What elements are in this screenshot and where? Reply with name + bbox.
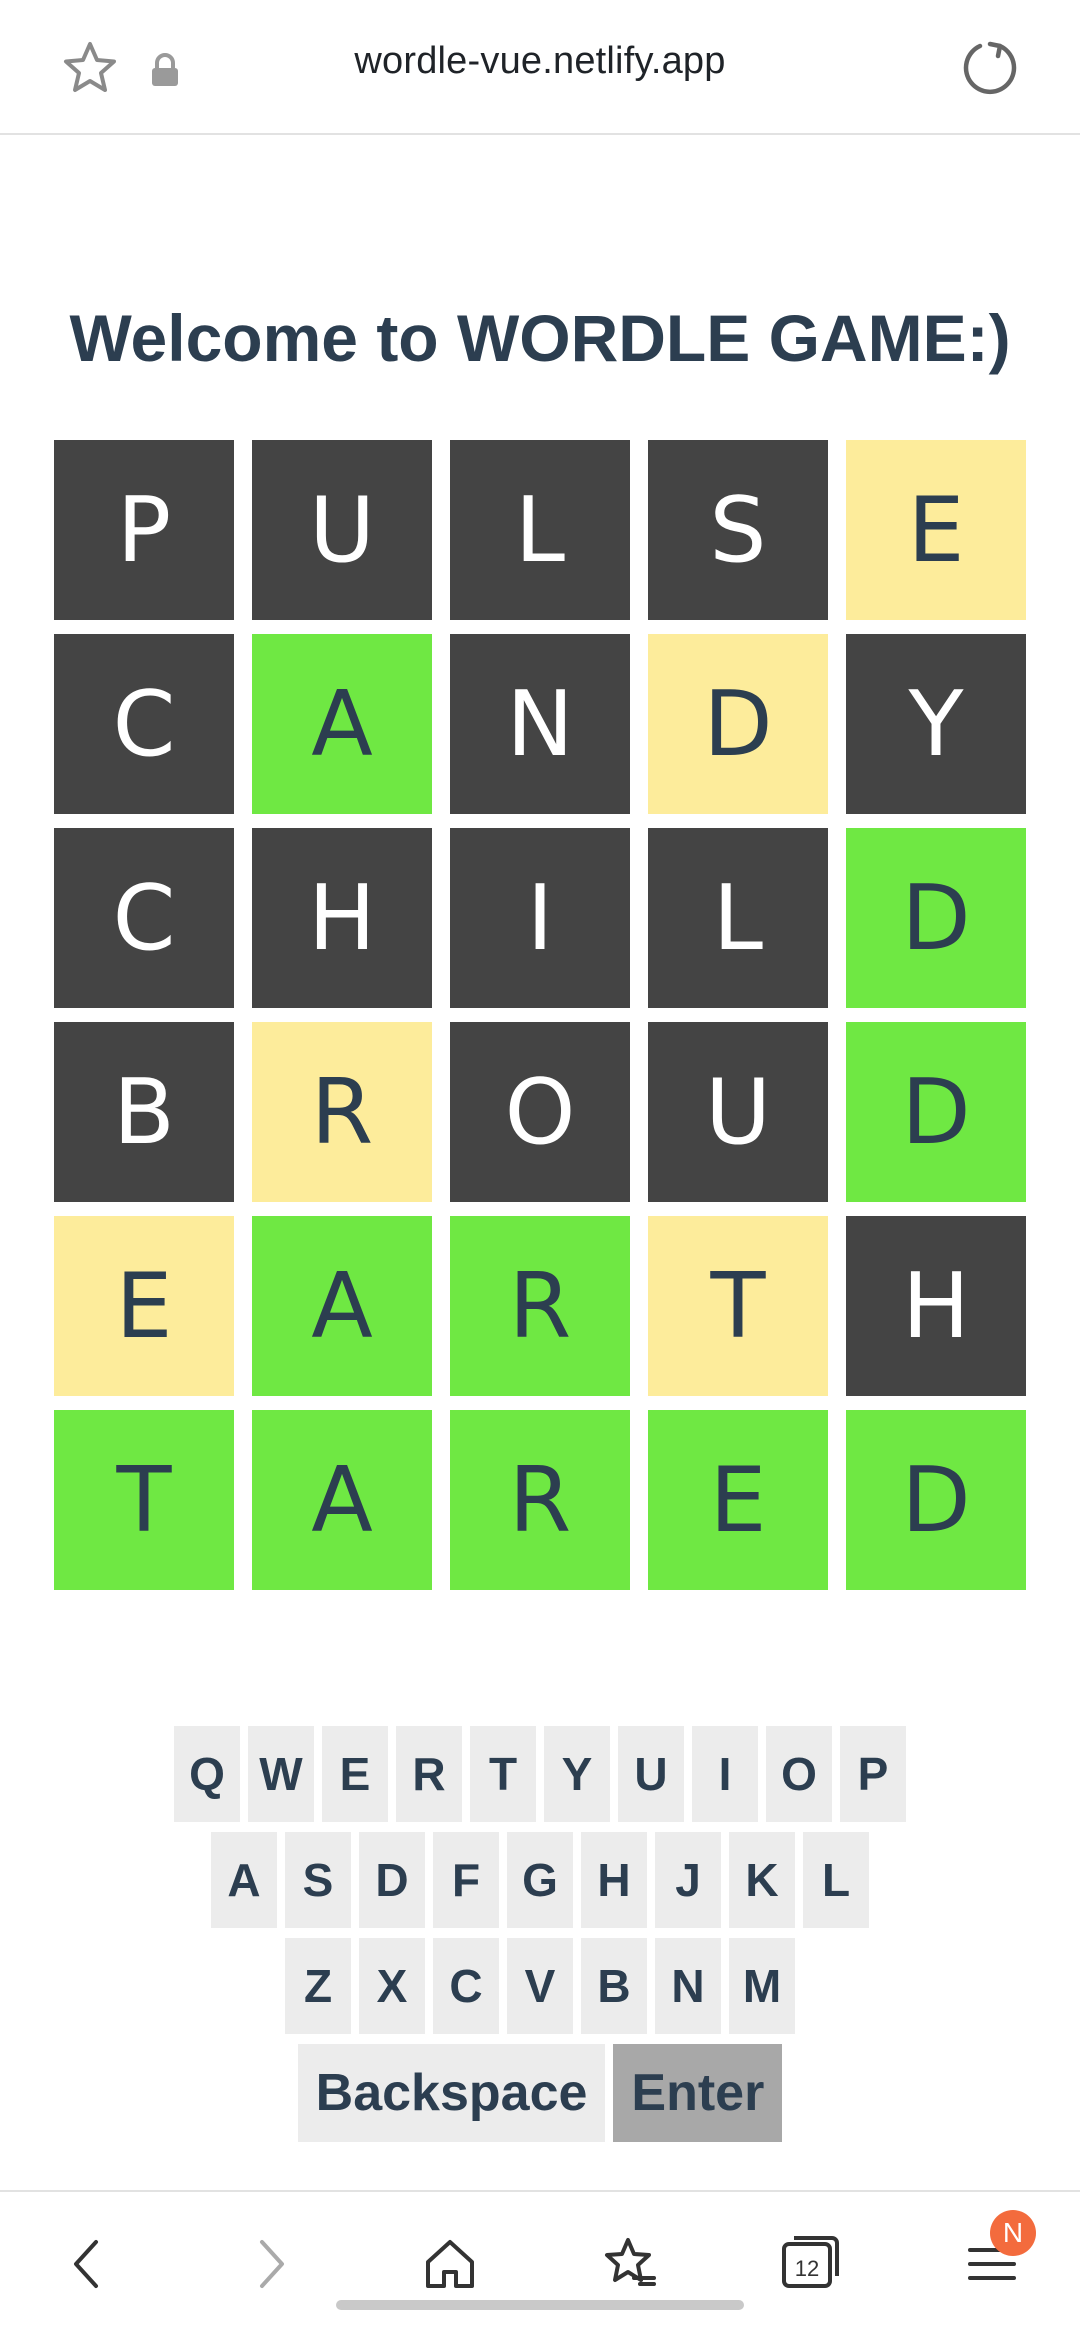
key-f[interactable]: F xyxy=(433,1832,499,1928)
page-title: Welcome to WORDLE GAME:) xyxy=(69,301,1011,375)
key-w[interactable]: W xyxy=(248,1726,314,1822)
tile-r6-c4: E xyxy=(648,1410,828,1590)
keyboard-row-2: ASDFGHJKL xyxy=(0,1832,1080,1928)
tile-r2-c2: A xyxy=(252,634,432,814)
notification-badge: N xyxy=(990,2210,1036,2256)
game-board: PULSECANDYCHILDBROUDEARTHTARED xyxy=(54,440,1026,1590)
back-icon[interactable] xyxy=(58,2234,118,2294)
tile-r6-c1: T xyxy=(54,1410,234,1590)
key-b[interactable]: B xyxy=(581,1938,647,2034)
home-indicator xyxy=(336,2300,744,2310)
key-s[interactable]: S xyxy=(285,1832,351,1928)
keyboard-row-3: ZXCVBNM xyxy=(0,1938,1080,2034)
tile-r5-c2: A xyxy=(252,1216,432,1396)
tile-r4-c2: R xyxy=(252,1022,432,1202)
tile-r3-c2: H xyxy=(252,828,432,1008)
tile-r1-c5: E xyxy=(846,440,1026,620)
home-icon[interactable] xyxy=(420,2234,480,2294)
key-a[interactable]: A xyxy=(211,1832,277,1928)
enter-key[interactable]: Enter xyxy=(613,2044,783,2142)
key-k[interactable]: K xyxy=(729,1832,795,1928)
key-v[interactable]: V xyxy=(507,1938,573,2034)
tile-r4-c1: B xyxy=(54,1022,234,1202)
key-e[interactable]: E xyxy=(322,1726,388,1822)
tile-r2-c5: Y xyxy=(846,634,1026,814)
key-p[interactable]: P xyxy=(840,1726,906,1822)
tile-r5-c3: R xyxy=(450,1216,630,1396)
tab-count: 12 xyxy=(794,2256,820,2281)
key-j[interactable]: J xyxy=(655,1832,721,1928)
key-i[interactable]: I xyxy=(692,1726,758,1822)
tile-r1-c3: L xyxy=(450,440,630,620)
key-o[interactable]: O xyxy=(766,1726,832,1822)
key-z[interactable]: Z xyxy=(285,1938,351,2034)
tile-r3-c4: L xyxy=(648,828,828,1008)
tile-r5-c1: E xyxy=(54,1216,234,1396)
tile-r3-c3: I xyxy=(450,828,630,1008)
key-y[interactable]: Y xyxy=(544,1726,610,1822)
keyboard-row-actions: Backspace Enter xyxy=(0,2044,1080,2142)
address-bar-url[interactable]: wordle-vue.netlify.app xyxy=(0,40,1080,83)
tile-r1-c1: P xyxy=(54,440,234,620)
key-n[interactable]: N xyxy=(655,1938,721,2034)
key-q[interactable]: Q xyxy=(174,1726,240,1822)
tile-r5-c5: H xyxy=(846,1216,1026,1396)
forward-icon[interactable] xyxy=(240,2234,300,2294)
tile-r4-c4: U xyxy=(648,1022,828,1202)
backspace-key[interactable]: Backspace xyxy=(297,2044,606,2142)
tile-r4-c3: O xyxy=(450,1022,630,1202)
key-m[interactable]: M xyxy=(729,1938,795,2034)
bookmarks-icon[interactable] xyxy=(600,2234,660,2294)
tile-r2-c4: D xyxy=(648,634,828,814)
key-t[interactable]: T xyxy=(470,1726,536,1822)
tile-r5-c4: T xyxy=(648,1216,828,1396)
tile-r6-c3: R xyxy=(450,1410,630,1590)
tile-r1-c2: U xyxy=(252,440,432,620)
reload-icon[interactable] xyxy=(960,38,1018,96)
browser-top-bar: wordle-vue.netlify.app xyxy=(0,0,1080,135)
key-d[interactable]: D xyxy=(359,1832,425,1928)
on-screen-keyboard: QWERTYUIOP ASDFGHJKL ZXCVBNM Backspace E… xyxy=(0,1726,1080,2152)
key-c[interactable]: C xyxy=(433,1938,499,2034)
tile-r2-c1: C xyxy=(54,634,234,814)
tabs-icon[interactable]: 12 xyxy=(780,2230,842,2294)
keyboard-row-1: QWERTYUIOP xyxy=(0,1726,1080,1822)
tile-r1-c4: S xyxy=(648,440,828,620)
tile-r3-c5: D xyxy=(846,828,1026,1008)
tile-r6-c5: D xyxy=(846,1410,1026,1590)
tile-r3-c1: C xyxy=(54,828,234,1008)
key-h[interactable]: H xyxy=(581,1832,647,1928)
tile-r2-c3: N xyxy=(450,634,630,814)
key-l[interactable]: L xyxy=(803,1832,869,1928)
key-g[interactable]: G xyxy=(507,1832,573,1928)
tile-r4-c5: D xyxy=(846,1022,1026,1202)
key-r[interactable]: R xyxy=(396,1726,462,1822)
key-x[interactable]: X xyxy=(359,1938,425,2034)
key-u[interactable]: U xyxy=(618,1726,684,1822)
tile-r6-c2: A xyxy=(252,1410,432,1590)
